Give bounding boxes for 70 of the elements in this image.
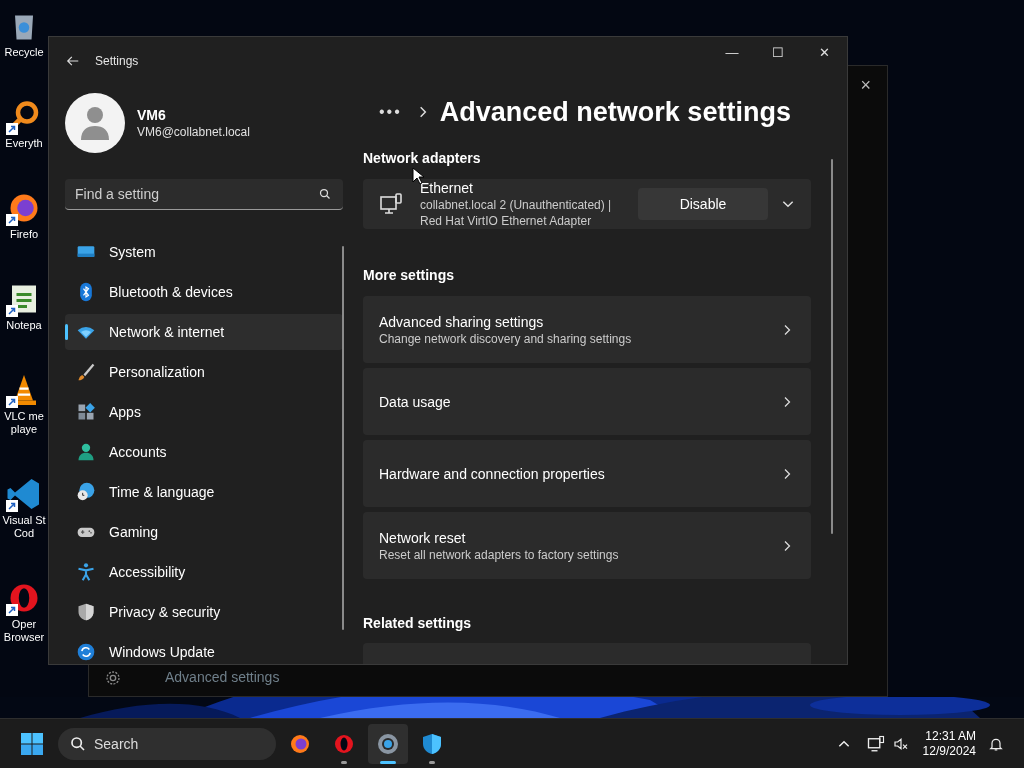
desktop-icon-label: Notepa bbox=[6, 319, 42, 332]
breadcrumb-more[interactable]: ••• bbox=[379, 100, 402, 124]
nav-item[interactable]: Bluetooth & devices bbox=[65, 274, 343, 310]
scrollbar[interactable] bbox=[831, 159, 833, 534]
nav-item[interactable]: System bbox=[65, 234, 343, 270]
settings-gear-icon bbox=[376, 731, 400, 756]
update-icon bbox=[76, 642, 96, 662]
settings-icon bbox=[105, 669, 121, 686]
maximize-button[interactable]: ☐ bbox=[755, 37, 801, 69]
account-name: VM6 bbox=[137, 106, 167, 124]
shield-icon bbox=[420, 731, 444, 756]
desktop-icon-label: VLC me playe bbox=[4, 410, 44, 436]
clock[interactable]: 12:31 AM 12/9/2024 bbox=[922, 728, 976, 759]
back-arrow-icon[interactable] bbox=[66, 54, 80, 68]
search-icon bbox=[319, 188, 331, 200]
card-title: Data usage bbox=[379, 392, 451, 411]
card-subtitle: Change network discovery and sharing settings bbox=[379, 330, 632, 347]
section-heading: More settings bbox=[363, 266, 455, 285]
shield-icon bbox=[76, 602, 96, 622]
account-email: VM6@collabnet.local bbox=[137, 124, 250, 140]
disable-button[interactable]: Disable bbox=[638, 188, 768, 220]
close-button[interactable]: × bbox=[860, 72, 871, 99]
nav-item[interactable]: Accessibility bbox=[65, 554, 343, 590]
settings-card[interactable]: Data usage bbox=[363, 368, 811, 435]
selection-indicator bbox=[65, 324, 68, 340]
windows-start-icon[interactable] bbox=[20, 731, 44, 756]
section-heading: Related settings bbox=[363, 614, 473, 633]
apps-icon bbox=[76, 402, 96, 422]
desktop-icon-label: Recycle bbox=[4, 46, 44, 59]
taskbar-app[interactable] bbox=[368, 723, 408, 764]
nav-item[interactable]: Windows Update bbox=[65, 634, 343, 664]
section-heading: Network adapters bbox=[363, 149, 482, 168]
page-title: Advanced network settings bbox=[439, 95, 791, 129]
settings-link[interactable]: Advanced settings bbox=[165, 667, 280, 688]
card-title: Hardware and connection properties bbox=[379, 464, 605, 483]
settings-card[interactable]: Hardware and connection properties bbox=[363, 440, 811, 507]
adapter-name: Ethernet bbox=[420, 179, 474, 197]
adapter-details: collabnet.local 2 (Unauthenticated) | Red Hat VirtIO Ethernet Adapter bbox=[420, 197, 612, 229]
nav-item[interactable]: Time & language bbox=[65, 474, 343, 510]
nav-item[interactable]: Network & internet bbox=[65, 314, 343, 350]
brush-icon bbox=[76, 362, 96, 382]
find-setting-field[interactable]: Find a setting bbox=[65, 179, 343, 210]
nav-item[interactable]: Personalization bbox=[65, 354, 343, 390]
close-button[interactable]: ✕ bbox=[801, 37, 847, 69]
desktop-icon-label: Everyth bbox=[5, 137, 43, 150]
network-monitor-icon[interactable] bbox=[866, 734, 885, 753]
person-icon bbox=[76, 442, 96, 462]
nav-item[interactable]: Privacy & security bbox=[65, 594, 343, 630]
code-editor-icon[interactable] bbox=[6, 476, 42, 512]
nav-item[interactable]: Apps bbox=[65, 394, 343, 430]
accessibility-icon bbox=[76, 562, 96, 582]
search-icon bbox=[70, 735, 86, 752]
nav-item[interactable]: Gaming bbox=[65, 514, 343, 550]
globe-clock-icon bbox=[76, 482, 96, 502]
settings-card[interactable]: Advanced sharing settings Change network discovery and sharing settings bbox=[363, 296, 811, 363]
window-title: Settings bbox=[95, 53, 139, 70]
ethernet-monitor-icon bbox=[379, 192, 403, 216]
speaker-muted-icon[interactable] bbox=[892, 735, 909, 752]
desktop-icon-label: Visual St Cod bbox=[2, 514, 46, 540]
desktop-icon-label: Oper Browser bbox=[3, 618, 45, 644]
taskbar-search-field[interactable]: Search bbox=[58, 727, 276, 760]
card-title: Network reset bbox=[379, 528, 467, 547]
card-title: Advanced sharing settings bbox=[379, 312, 545, 331]
settings-card[interactable]: Network reset Reset all network adapters to factory settings bbox=[363, 512, 811, 579]
desktop-icon-label: Firefo bbox=[9, 228, 39, 241]
avatar bbox=[65, 93, 125, 153]
scrollbar[interactable] bbox=[342, 246, 344, 630]
minimize-button[interactable]: — bbox=[709, 37, 755, 69]
card-subtitle: Reset all network adapters to factory settings bbox=[379, 546, 619, 563]
nav-item[interactable]: Accounts bbox=[65, 434, 343, 470]
